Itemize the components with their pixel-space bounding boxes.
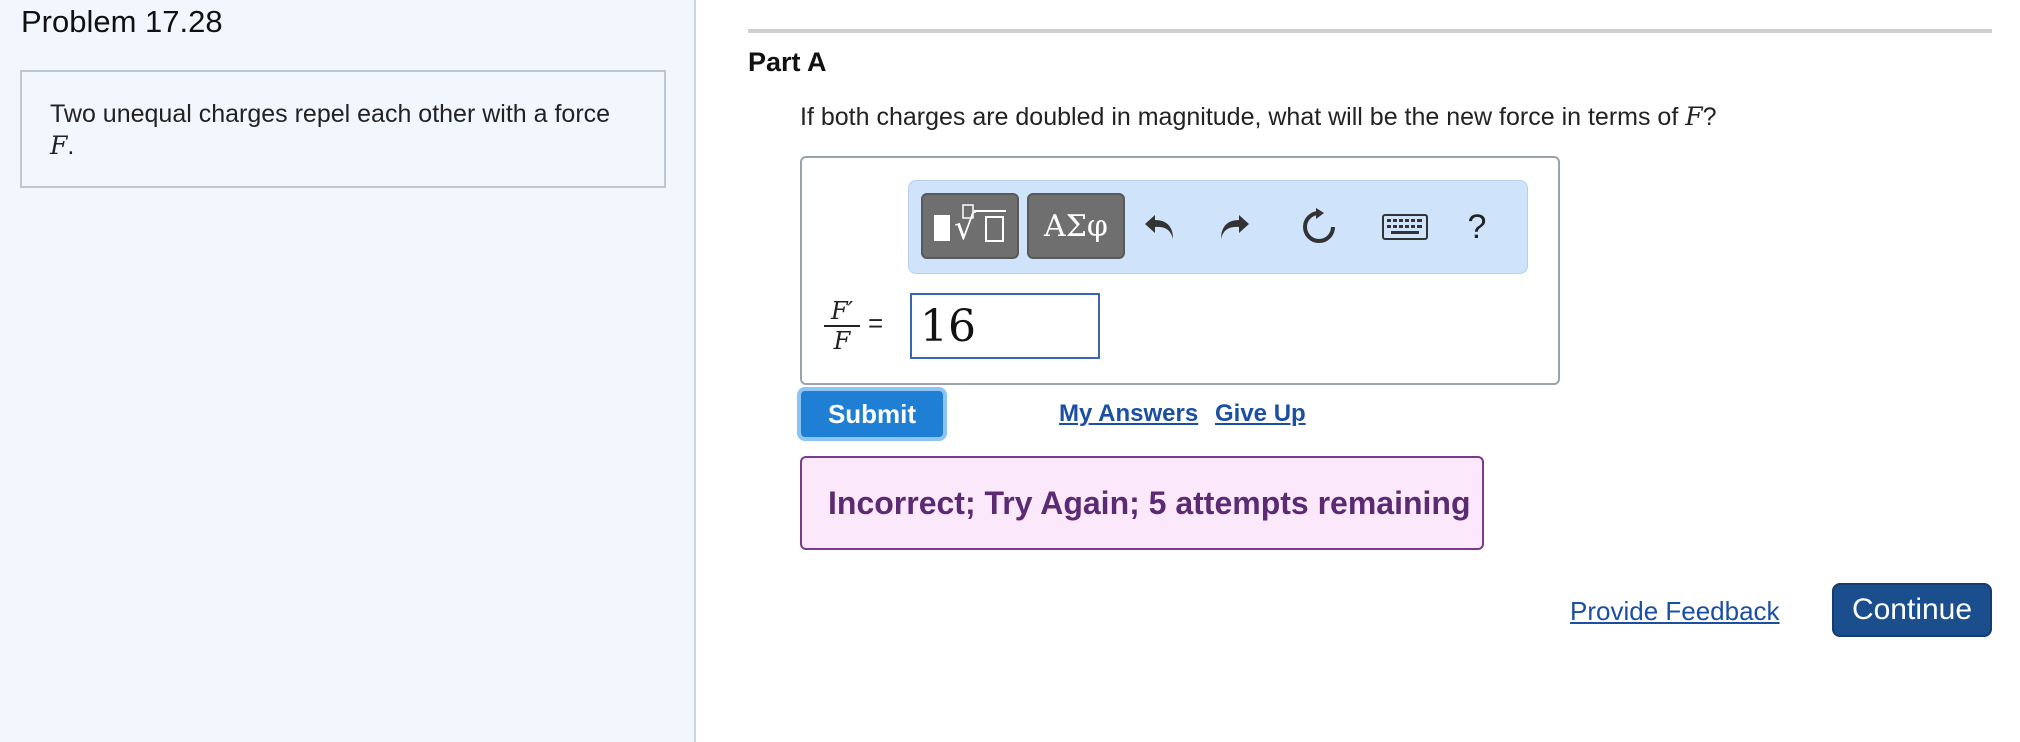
problem-title: Problem 17.28 xyxy=(21,4,223,39)
answer-input[interactable] xyxy=(910,293,1100,359)
feedback-message: Incorrect; Try Again; 5 attempts remaini… xyxy=(828,484,1471,521)
part-label: Part A xyxy=(748,47,827,77)
part-divider xyxy=(748,29,1992,33)
continue-button[interactable]: Continue xyxy=(1832,583,1992,637)
greek-symbols-button[interactable]: ΑΣφ xyxy=(1027,193,1125,259)
force-variable: F xyxy=(50,131,68,160)
ratio-label: F′ F xyxy=(824,298,860,354)
provide-feedback-link[interactable]: Provide Feedback xyxy=(1570,596,1780,627)
ratio-numerator: F′ xyxy=(830,297,854,325)
feedback-message-box: Incorrect; Try Again; 5 attempts remaini… xyxy=(800,456,1484,550)
keyboard-icon[interactable] xyxy=(1379,205,1431,249)
answer-entry-box: √ ΑΣφ ? F′ F = 16 xyxy=(800,156,1560,385)
problem-statement: Two unequal charges repel each other wit… xyxy=(50,98,610,162)
problem-statement-box: Two unequal charges repel each other wit… xyxy=(20,70,666,188)
redo-icon[interactable] xyxy=(1211,205,1255,249)
reset-icon[interactable] xyxy=(1297,205,1341,249)
my-answers-link[interactable]: My Answers xyxy=(1059,400,1198,428)
help-button[interactable]: ? xyxy=(1455,205,1499,249)
question-variable: F xyxy=(1685,102,1703,131)
math-toolbar: √ ΑΣφ ? xyxy=(908,180,1528,274)
templates-button[interactable]: √ xyxy=(921,193,1019,259)
question-end: ? xyxy=(1702,103,1717,131)
problem-pane: Problem 17.28 Two unequal charges repel … xyxy=(0,0,696,742)
undo-icon[interactable] xyxy=(1139,205,1183,249)
question-text: If both charges are doubled in magnitude… xyxy=(800,102,1716,132)
question-body: If both charges are doubled in magnitude… xyxy=(800,103,1686,131)
equals-sign: = xyxy=(868,308,884,338)
greek-symbols-label: ΑΣφ xyxy=(1044,208,1108,244)
fraction-sqrt-templates-icon: √ xyxy=(930,199,1010,254)
ratio-denominator: F xyxy=(833,327,851,355)
problem-statement-end: . xyxy=(67,132,75,160)
submit-button[interactable]: Submit xyxy=(797,387,947,441)
give-up-link[interactable]: Give Up xyxy=(1215,400,1306,428)
help-label: ? xyxy=(1467,207,1487,246)
problem-statement-text: Two unequal charges repel each other wit… xyxy=(50,100,611,128)
